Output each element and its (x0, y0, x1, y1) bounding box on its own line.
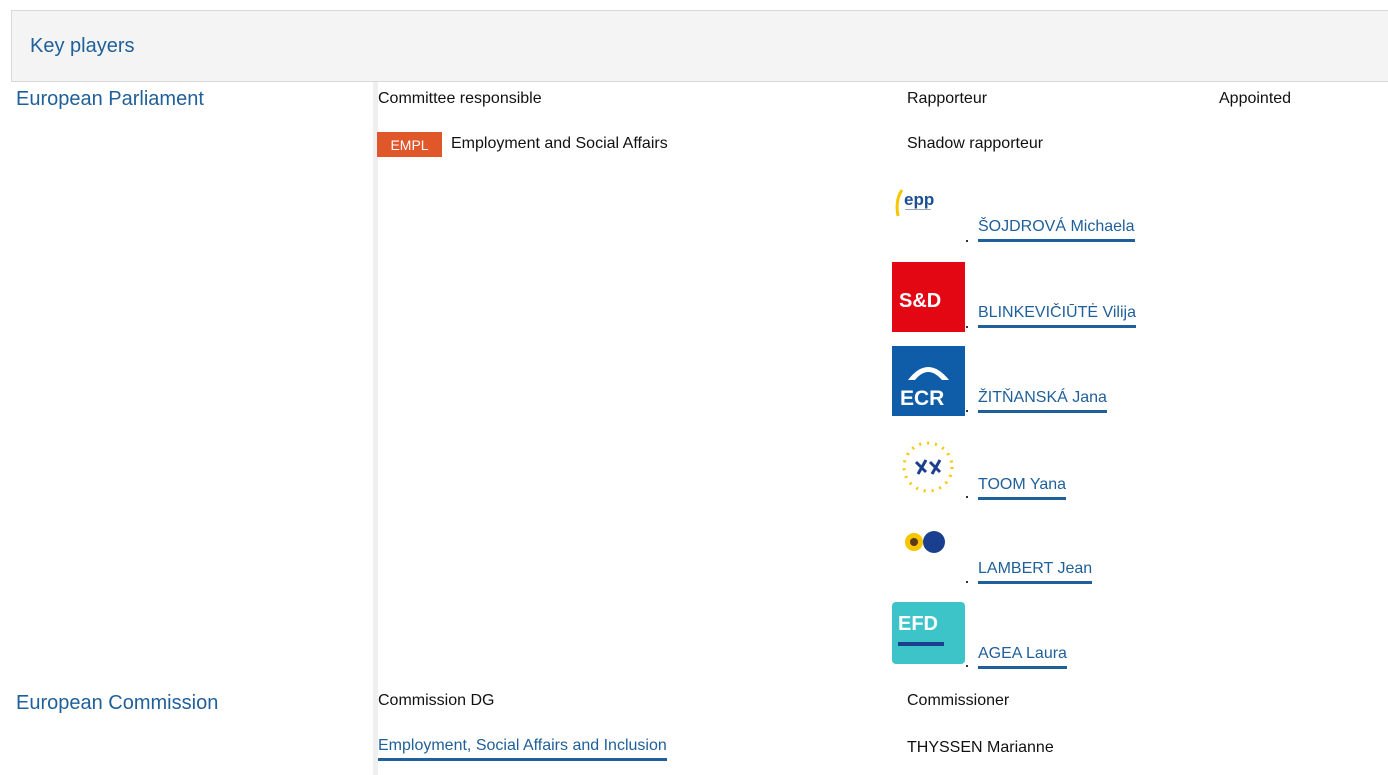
committee-name: Employment and Social Affairs (451, 135, 668, 152)
rapporteur-header: Rapporteur (907, 90, 988, 107)
shadow-rapporteur-link[interactable]: LAMBERT Jean (978, 560, 1093, 584)
svg-text:EFD: EFD (898, 613, 938, 635)
link-marker (966, 581, 968, 583)
link-marker (966, 496, 968, 498)
greens-efa-logo-icon (892, 516, 965, 586)
commission-dg-header: Commission DG (378, 692, 495, 709)
institution-european-commission: European Commission (16, 692, 219, 714)
shadow-rapporteur-link[interactable]: TOOM Yana (978, 476, 1067, 500)
efdd-logo-icon: EFD (892, 602, 965, 664)
commission-dg-link[interactable]: Employment, Social Affairs and Inclusion (378, 737, 667, 761)
link-marker (966, 410, 968, 412)
section-title: Key players (30, 35, 135, 57)
shadow-rapporteur-link[interactable]: AGEA Laura (978, 645, 1067, 669)
svg-text:S&D: S&D (899, 290, 941, 312)
commissioner-name: THYSSEN Marianne (907, 739, 1054, 756)
institution-european-parliament: European Parliament (16, 88, 204, 110)
column-divider (373, 82, 378, 775)
shadow-rapporteur-link[interactable]: BLINKEVIČIŪTĖ Vilija (978, 304, 1136, 328)
epp-logo-icon: epp (892, 176, 965, 246)
appointed-header: Appointed (1219, 90, 1292, 107)
commissioner-header: Commissioner (907, 692, 1010, 709)
link-marker (966, 665, 968, 667)
shadow-rapporteur-header: Shadow rapporteur (907, 135, 1044, 152)
svg-text:ECR: ECR (900, 387, 944, 410)
ecr-logo-icon: ECR (892, 346, 965, 416)
committee-responsible-header: Committee responsible (378, 90, 542, 107)
key-players-header: Key players (11, 10, 1388, 82)
link-marker (966, 326, 968, 328)
link-marker (966, 240, 968, 242)
committee-badge: EMPL (377, 132, 442, 157)
s-and-d-logo-icon: S&D (892, 262, 965, 332)
svg-text:epp: epp (904, 190, 934, 209)
shadow-rapporteur-link[interactable]: ŠOJDROVÁ Michaela (978, 218, 1135, 242)
shadow-rapporteur-link[interactable]: ŽITŇANSKÁ Jana (978, 389, 1107, 413)
alde-logo-icon (892, 432, 965, 502)
